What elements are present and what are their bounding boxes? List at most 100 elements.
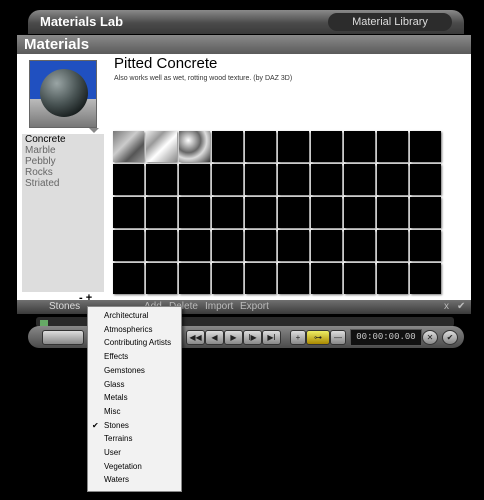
dropdown-item[interactable]: Misc [104,407,120,416]
empty-thumbnail-slot[interactable] [344,131,375,162]
empty-thumbnail-slot[interactable] [377,197,408,228]
empty-thumbnail-slot[interactable] [344,197,375,228]
play-button[interactable]: ▶ [224,330,243,345]
empty-thumbnail-slot[interactable] [212,230,243,261]
header-bar: Materials Lab Material Library [28,10,464,34]
dropdown-item[interactable]: Effects [104,352,128,361]
material-preview [29,60,97,128]
empty-thumbnail-slot[interactable] [410,131,441,162]
empty-thumbnail-slot[interactable] [311,230,342,261]
empty-thumbnail-slot[interactable] [179,164,210,195]
empty-thumbnail-slot[interactable] [146,197,177,228]
empty-thumbnail-slot[interactable] [410,230,441,261]
material-library-label[interactable]: Material Library [328,13,452,31]
panel-title-bar: Materials [17,35,471,54]
empty-thumbnail-slot[interactable] [278,230,309,261]
app-title: Materials Lab [40,14,124,29]
empty-thumbnail-slot[interactable] [245,230,276,261]
material-thumbnail-marble[interactable] [146,131,177,162]
empty-thumbnail-slot[interactable] [179,230,210,261]
dropdown-item[interactable]: Waters [104,475,129,484]
preview-sphere [40,69,88,117]
empty-thumbnail-slot[interactable] [410,197,441,228]
category-list: Concrete Marble Pebbly Rocks Striated [22,134,104,292]
category-item[interactable]: Concrete [22,134,104,145]
empty-thumbnail-slot[interactable] [311,197,342,228]
materials-panel: Materials Pitted Concrete Also works wel… [17,35,471,304]
empty-thumbnail-slot[interactable] [146,263,177,294]
remove-key-button[interactable]: — [330,330,346,345]
empty-thumbnail-slot[interactable] [311,131,342,162]
dropdown-item[interactable]: Glass [104,380,124,389]
empty-thumbnail-slot[interactable] [245,197,276,228]
empty-thumbnail-slot[interactable] [212,164,243,195]
export-button[interactable]: Export [240,301,269,312]
dropdown-item[interactable]: Terrains [104,434,132,443]
end-button[interactable]: ▶I [262,330,281,345]
empty-thumbnail-slot[interactable] [245,131,276,162]
cancel-icon[interactable]: x [444,301,449,312]
check-icon: ✔ [92,420,99,430]
key-icon[interactable]: ⊶ [306,330,330,345]
empty-thumbnail-slot[interactable] [146,164,177,195]
empty-thumbnail-slot[interactable] [311,263,342,294]
confirm-icon[interactable]: ✔ [457,301,465,312]
empty-thumbnail-slot[interactable] [344,263,375,294]
dropdown-item[interactable]: Stones [104,421,129,430]
category-dropdown-menu: Architectural Atmospherics Contributing Ar… [87,306,182,492]
empty-thumbnail-slot[interactable] [212,197,243,228]
empty-thumbnail-slot[interactable] [179,197,210,228]
playback-left-button[interactable] [42,330,84,345]
empty-thumbnail-slot[interactable] [278,131,309,162]
empty-thumbnail-slot[interactable] [311,164,342,195]
empty-thumbnail-slot[interactable] [377,263,408,294]
dropdown-item[interactable]: Architectural [104,311,148,320]
rewind-button[interactable]: ◀◀ [186,330,205,345]
material-name: Pitted Concrete [114,55,218,72]
thumbnail-grid [113,131,443,294]
step-forward-button[interactable]: I▶ [243,330,262,345]
import-button[interactable]: Import [205,301,233,312]
dropdown-item[interactable]: Metals [104,393,128,402]
dropdown-item[interactable]: Vegetation [104,462,142,471]
dropdown-item[interactable]: Contributing Artists [104,338,171,347]
empty-thumbnail-slot[interactable] [410,263,441,294]
category-item[interactable]: Marble [22,145,104,156]
preview-corner-icon[interactable] [89,128,99,133]
empty-thumbnail-slot[interactable] [212,263,243,294]
empty-thumbnail-slot[interactable] [377,131,408,162]
empty-thumbnail-slot[interactable] [212,131,243,162]
empty-thumbnail-slot[interactable] [377,230,408,261]
close-icon[interactable]: ✕ [422,330,438,345]
material-thumbnail-concrete[interactable] [113,131,144,162]
empty-thumbnail-slot[interactable] [113,263,144,294]
dropdown-item[interactable]: User [104,448,121,457]
empty-thumbnail-slot[interactable] [113,230,144,261]
empty-thumbnail-slot[interactable] [278,197,309,228]
empty-thumbnail-slot[interactable] [377,164,408,195]
library-toolbar: Stones Add Delete Import Export x ✔ [17,300,471,314]
category-item[interactable]: Striated [22,178,104,189]
material-thumbnail-pebbly[interactable] [179,131,210,162]
ok-icon[interactable]: ✔ [442,330,458,345]
dropdown-item[interactable]: Gemstones [104,366,145,375]
dropdown-item[interactable]: Atmospherics [104,325,152,334]
empty-thumbnail-slot[interactable] [245,263,276,294]
add-key-button[interactable]: + [290,330,306,345]
empty-thumbnail-slot[interactable] [245,164,276,195]
empty-thumbnail-slot[interactable] [179,263,210,294]
empty-thumbnail-slot[interactable] [344,230,375,261]
category-item[interactable]: Rocks [22,167,104,178]
empty-thumbnail-slot[interactable] [113,197,144,228]
category-item[interactable]: Pebbly [22,156,104,167]
step-back-button[interactable]: ◀ [205,330,224,345]
empty-thumbnail-slot[interactable] [146,230,177,261]
empty-thumbnail-slot[interactable] [113,164,144,195]
empty-thumbnail-slot[interactable] [344,164,375,195]
empty-thumbnail-slot[interactable] [278,164,309,195]
timecode-display: 00:00:00.00 [350,329,422,346]
empty-thumbnail-slot[interactable] [278,263,309,294]
empty-thumbnail-slot[interactable] [410,164,441,195]
category-selector[interactable]: Stones [49,301,80,312]
panel-title: Materials [24,36,90,53]
